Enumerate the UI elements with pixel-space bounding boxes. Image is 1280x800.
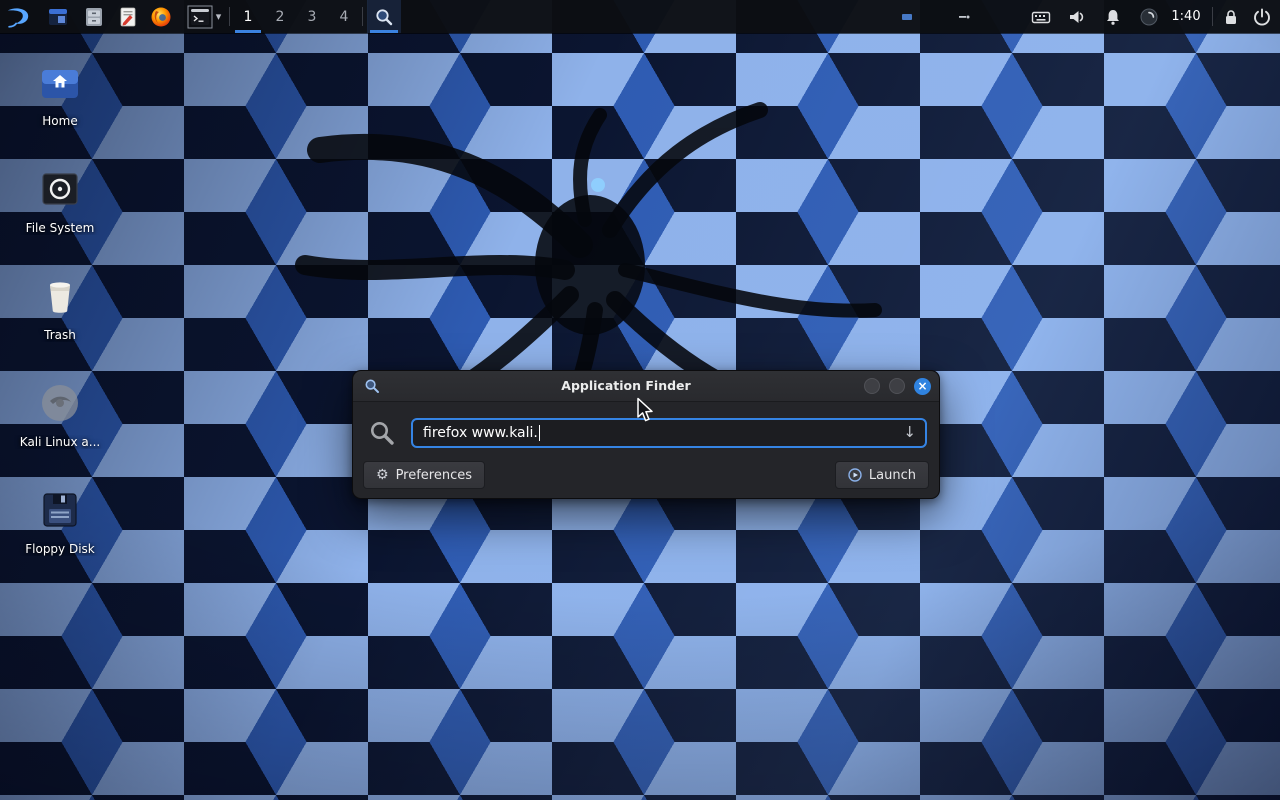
workspace-2-button[interactable]: 2	[264, 0, 296, 33]
search-query-text: firefox www.kali.	[423, 425, 538, 441]
window-title: Application Finder	[413, 371, 839, 401]
workspace-3-button[interactable]: 3	[296, 0, 328, 33]
titlebar[interactable]: Application Finder ×	[353, 371, 939, 402]
desktop-icon-file-system[interactable]: File System	[5, 167, 115, 235]
tray-indicator-1[interactable]	[898, 0, 916, 33]
action-row: ⚙ Preferences Launch	[363, 461, 929, 489]
desktop-icon-trash[interactable]: Trash	[5, 274, 115, 342]
file-manager-icon	[47, 6, 69, 28]
tray-indicator-icon	[901, 11, 913, 23]
close-icon: ×	[917, 380, 927, 392]
search-input[interactable]: firefox www.kali. ↓	[411, 418, 927, 448]
terminal-icon	[187, 5, 213, 29]
search-row: firefox www.kali. ↓	[367, 415, 927, 451]
launch-button[interactable]: Launch	[835, 461, 929, 489]
desktop-icon-label: Trash	[5, 328, 115, 342]
maximize-button[interactable]	[889, 378, 905, 394]
desktop-icon-label: Home	[5, 114, 115, 128]
floppy-disk-icon	[5, 488, 115, 532]
file-cabinet-icon	[83, 6, 105, 28]
search-icon	[367, 419, 397, 447]
lock-icon	[1221, 7, 1241, 27]
launcher-terminal[interactable]: ▾	[180, 0, 228, 33]
workspace-label: 1	[244, 9, 253, 25]
tray-indicator-icon	[958, 11, 970, 23]
applications-menu-button[interactable]	[2, 0, 34, 33]
status-tray-indicator[interactable]	[1136, 0, 1162, 33]
gear-icon: ⚙	[376, 468, 389, 482]
screen-lock-button[interactable]	[1218, 0, 1244, 33]
trash-icon	[5, 274, 115, 318]
desktop-icon-kali-linux[interactable]: Kali Linux a...	[5, 381, 115, 449]
firefox-icon	[150, 6, 172, 28]
file-system-drive-icon	[5, 167, 115, 211]
bell-icon	[1103, 7, 1123, 27]
taskbar-application-finder-button[interactable]	[367, 0, 401, 33]
launcher-file-cabinet[interactable]	[80, 0, 108, 33]
application-finder-window-icon	[364, 378, 380, 398]
volume-indicator[interactable]	[1064, 0, 1090, 33]
status-circle-icon	[1139, 7, 1159, 27]
logout-button[interactable]	[1248, 0, 1276, 33]
volume-icon	[1067, 7, 1087, 27]
workspace-label: 3	[308, 9, 317, 25]
panel-separator	[229, 7, 230, 26]
top-panel: ▾ 1 2 3 4	[0, 0, 1280, 33]
text-caret	[539, 425, 541, 441]
keyboard-icon	[1031, 7, 1051, 27]
desktop-screen: ▾ 1 2 3 4	[0, 0, 1280, 800]
close-button[interactable]: ×	[914, 378, 931, 395]
tray-indicator-2[interactable]	[955, 0, 973, 33]
panel-separator	[1212, 7, 1213, 26]
desktop-icon-label: Floppy Disk	[5, 542, 115, 556]
application-finder-task-icon	[374, 7, 394, 27]
clock[interactable]: 1:40	[1162, 0, 1210, 33]
text-editor-icon	[117, 6, 139, 28]
power-icon	[1252, 7, 1272, 27]
kali-cd-icon	[5, 381, 115, 425]
workspace-4-button[interactable]: 4	[328, 0, 360, 33]
preferences-label: Preferences	[396, 468, 472, 483]
home-folder-icon	[5, 60, 115, 104]
launch-label: Launch	[869, 468, 916, 483]
launch-icon	[848, 468, 862, 482]
preferences-button[interactable]: ⚙ Preferences	[363, 461, 485, 489]
launcher-file-manager[interactable]	[44, 0, 72, 33]
notifications-indicator[interactable]	[1100, 0, 1126, 33]
chevron-down-icon: ▾	[216, 10, 222, 23]
desktop-icon-floppy-disk[interactable]: Floppy Disk	[5, 488, 115, 556]
kali-logo-icon	[5, 4, 31, 30]
workspace-label: 4	[340, 9, 349, 25]
dropdown-arrow-icon[interactable]: ↓	[903, 423, 916, 441]
minimize-button[interactable]	[864, 378, 880, 394]
application-finder-window: Application Finder × firefox www.kali. ↓	[352, 370, 940, 499]
launcher-text-editor[interactable]	[114, 0, 142, 33]
desktop-icon-home[interactable]: Home	[5, 60, 115, 128]
workspace-1-button[interactable]: 1	[232, 0, 264, 33]
clock-time: 1:40	[1171, 9, 1200, 24]
keyboard-indicator[interactable]	[1028, 0, 1054, 33]
launcher-firefox[interactable]	[148, 0, 174, 33]
desktop-icon-label: File System	[5, 221, 115, 235]
workspace-label: 2	[276, 9, 285, 25]
panel-separator	[362, 7, 363, 26]
window-controls: ×	[864, 371, 931, 401]
desktop-icon-label: Kali Linux a...	[5, 435, 115, 449]
